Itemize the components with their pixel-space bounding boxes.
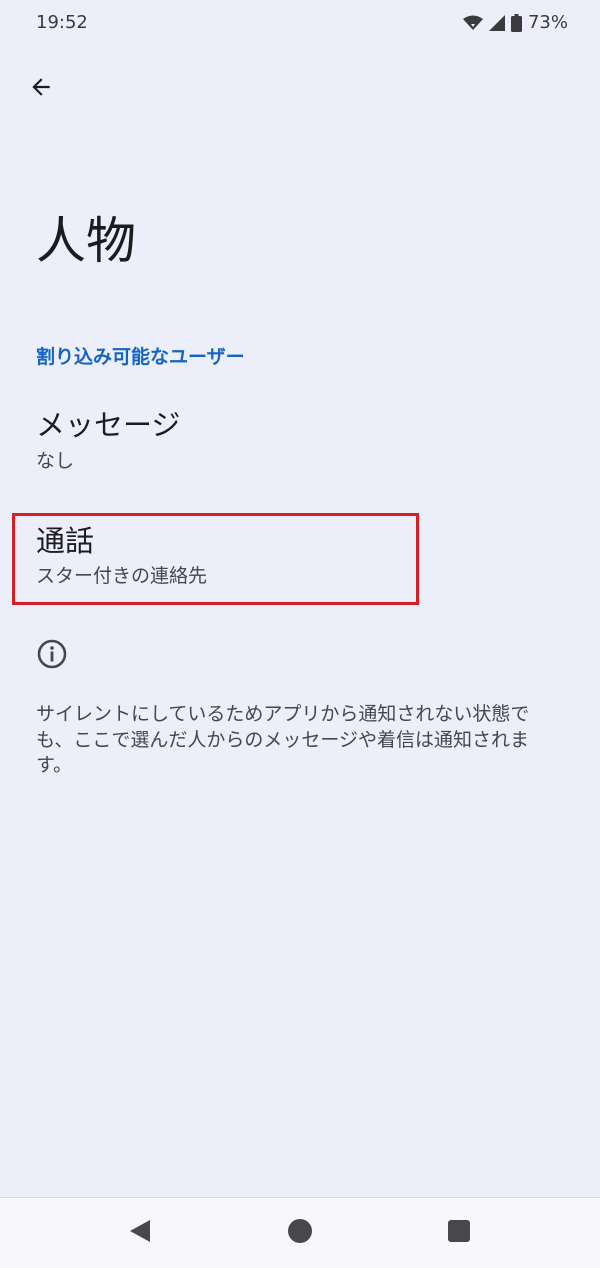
nav-recents-button[interactable]: [444, 1218, 474, 1248]
status-icons: 73%: [462, 12, 568, 33]
messages-title: メッセージ: [36, 408, 181, 442]
battery-icon: [510, 13, 522, 32]
calls-title: 通話: [36, 524, 95, 558]
calls-preference[interactable]: 通話 スター付きの連絡先: [20, 515, 580, 601]
signal-icon: [488, 14, 505, 31]
battery-percent: 73%: [527, 12, 568, 33]
navigation-bar: [0, 1197, 600, 1268]
back-button[interactable]: [18, 66, 64, 112]
messages-summary: なし: [36, 450, 75, 472]
wifi-icon: [462, 15, 483, 31]
messages-preference[interactable]: メッセージ なし: [20, 398, 580, 488]
nav-back-button[interactable]: [125, 1218, 155, 1248]
home-icon: [287, 1218, 313, 1248]
info-text: サイレントにしているためアプリから通知されない状態でも、ここで選んだ人からのメッ…: [36, 703, 530, 776]
section-header: 割り込み可能なユーザー: [36, 346, 245, 368]
status-bar: 19:52 73%: [0, 0, 600, 50]
nav-home-button[interactable]: [285, 1218, 315, 1248]
back-icon: [127, 1218, 153, 1248]
info-icon: [36, 638, 68, 670]
page-title: 人物: [36, 212, 136, 270]
status-time: 19:52: [36, 12, 88, 33]
calls-summary: スター付きの連絡先: [36, 565, 208, 587]
recents-icon: [447, 1219, 471, 1247]
arrow-left-icon: [28, 74, 54, 104]
